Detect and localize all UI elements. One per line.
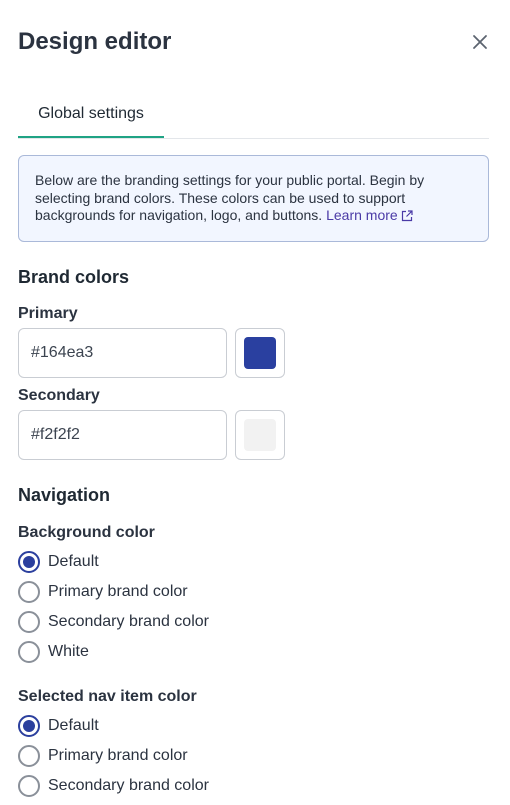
radio-unselected-icon	[18, 641, 40, 663]
primary-label: Primary	[18, 305, 78, 322]
radio-selected-icon	[18, 715, 40, 737]
radio-label: Secondary brand color	[48, 777, 209, 794]
radio-unselected-icon	[18, 775, 40, 797]
radio-bg-white[interactable]: White	[18, 639, 89, 665]
tab-global-settings[interactable]: Global settings	[18, 92, 164, 138]
background-color-label: Background color	[18, 524, 155, 541]
brand-colors-heading: Brand colors	[18, 267, 130, 287]
radio-nav-default[interactable]: Default	[18, 713, 99, 739]
radio-nav-primary[interactable]: Primary brand color	[18, 743, 188, 769]
secondary-color-picker-button[interactable]	[235, 410, 285, 460]
design-editor-panel: Design editor Global settings Below are …	[0, 0, 510, 805]
radio-bg-primary[interactable]: Primary brand color	[18, 579, 188, 605]
radio-label: Primary brand color	[48, 583, 188, 600]
radio-label: Default	[48, 553, 99, 570]
tab-bar: Global settings	[18, 92, 489, 139]
radio-label: Primary brand color	[48, 747, 188, 764]
info-banner: Below are the branding settings for your…	[18, 155, 489, 242]
radio-nav-secondary[interactable]: Secondary brand color	[18, 773, 209, 799]
navigation-heading: Navigation	[18, 485, 111, 505]
secondary-label: Secondary	[18, 387, 100, 404]
radio-selected-icon	[18, 551, 40, 573]
radio-label: White	[48, 643, 89, 660]
primary-color-picker-button[interactable]	[235, 328, 285, 378]
radio-bg-default[interactable]: Default	[18, 549, 99, 575]
panel-title: Design editor	[18, 28, 172, 55]
radio-bg-secondary[interactable]: Secondary brand color	[18, 609, 209, 635]
secondary-color-input[interactable]	[18, 410, 227, 460]
close-icon	[473, 35, 487, 49]
radio-unselected-icon	[18, 581, 40, 603]
learn-more-link[interactable]: Learn more	[326, 207, 413, 223]
radio-label: Default	[48, 717, 99, 734]
radio-unselected-icon	[18, 745, 40, 767]
primary-color-swatch	[244, 337, 276, 369]
radio-unselected-icon	[18, 611, 40, 633]
primary-color-input[interactable]	[18, 328, 227, 378]
close-button[interactable]	[466, 28, 494, 56]
secondary-color-swatch	[244, 419, 276, 451]
radio-label: Secondary brand color	[48, 613, 209, 630]
external-link-icon	[401, 209, 413, 227]
selected-nav-item-color-label: Selected nav item color	[18, 688, 197, 705]
